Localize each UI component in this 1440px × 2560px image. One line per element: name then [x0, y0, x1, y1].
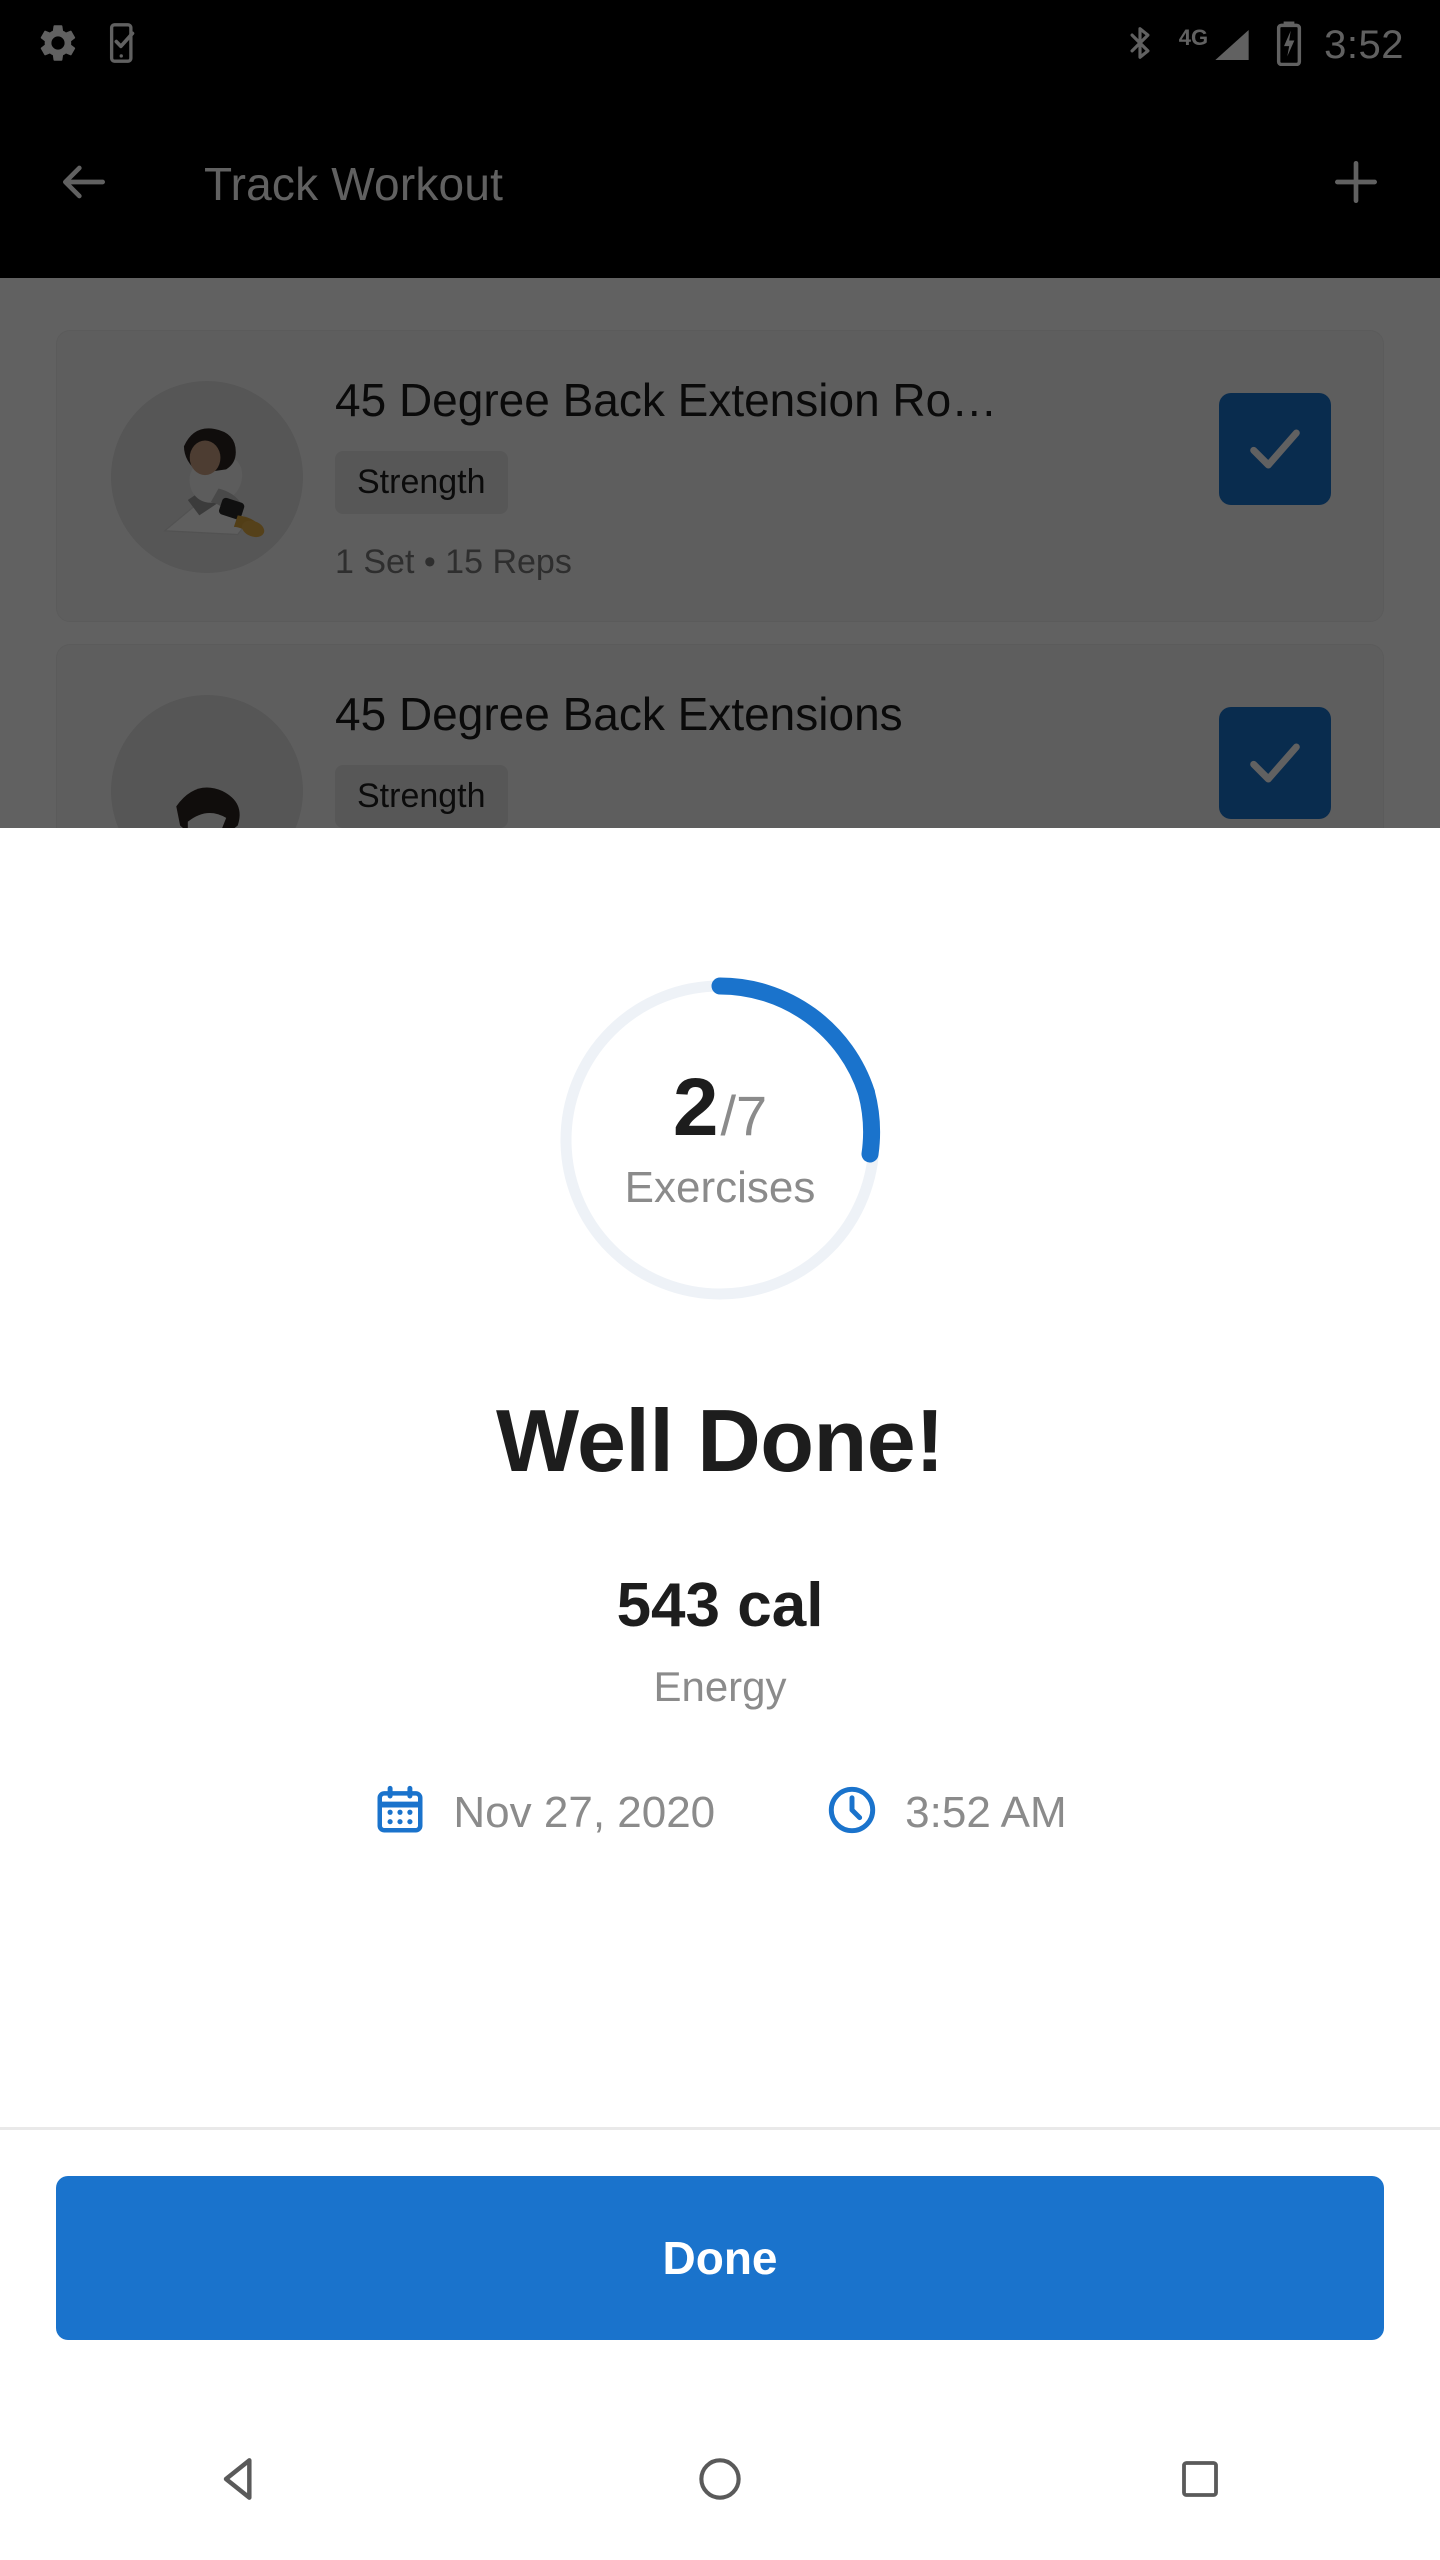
workout-summary-sheet: 2 /7 Exercises Well Done! 543 cal Energy: [0, 828, 1440, 2398]
energy-value: 543 cal: [616, 1571, 824, 1640]
nav-back-button[interactable]: [160, 2398, 320, 2560]
summary-headline: Well Done!: [495, 1391, 945, 1490]
date-time-row: Nov 27, 2020 3:52 AM: [373, 1783, 1067, 1842]
summary-content: 2 /7 Exercises Well Done! 543 cal Energy: [0, 828, 1440, 2127]
progress-ring: 2 /7 Exercises: [548, 968, 892, 1312]
workout-date: Nov 27, 2020: [373, 1783, 715, 1842]
clock-icon: [825, 1783, 879, 1842]
sheet-footer: Done: [0, 2130, 1440, 2398]
energy-label: Energy: [653, 1663, 787, 1710]
workout-time: 3:52 AM: [825, 1783, 1067, 1842]
done-button[interactable]: Done: [56, 2176, 1384, 2340]
calendar-icon: [373, 1783, 427, 1842]
progress-ring-center: 2 /7 Exercises: [548, 968, 892, 1312]
phone-screen: 4G 3:52: [0, 0, 1440, 2560]
workout-time-text: 3:52 AM: [905, 1787, 1067, 1837]
progress-label: Exercises: [624, 1163, 816, 1212]
android-nav-bar: [0, 2398, 1440, 2560]
nav-home-button[interactable]: [640, 2398, 800, 2560]
progress-completed-count: 2: [672, 1062, 719, 1153]
progress-fraction: 2 /7: [673, 1067, 767, 1149]
progress-total-count: /7: [720, 1084, 768, 1147]
workout-date-text: Nov 27, 2020: [453, 1787, 716, 1837]
nav-recents-button[interactable]: [1120, 2398, 1280, 2560]
